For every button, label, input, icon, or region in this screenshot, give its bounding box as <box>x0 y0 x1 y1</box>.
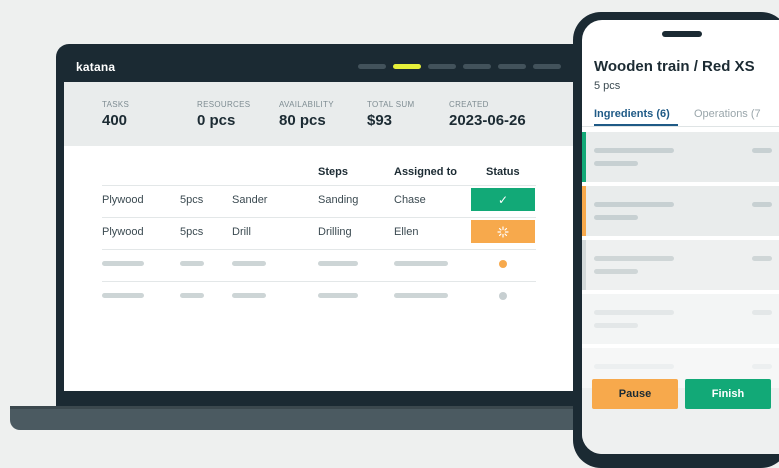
cell-assigned: Ellen <box>394 226 419 238</box>
tab-divider <box>582 126 779 127</box>
placeholder-bar <box>594 215 638 220</box>
cell-tool: Drill <box>232 226 251 238</box>
placeholder-bar <box>594 202 674 207</box>
stat-created: CREATED 2023-06-26 <box>449 100 526 129</box>
list-item[interactable] <box>582 294 779 344</box>
placeholder-bar <box>180 293 204 298</box>
cell-qty: 5pcs <box>180 226 204 238</box>
status-bar-done <box>582 132 586 182</box>
section-dot[interactable] <box>533 64 561 69</box>
stat-total-sum: TOTAL SUM $93 <box>367 100 414 129</box>
finish-button[interactable]: Finish <box>685 379 771 409</box>
column-header-status[interactable]: Status <box>486 166 520 178</box>
stat-label: CREATED <box>449 100 489 109</box>
divider <box>102 281 536 282</box>
divider <box>102 217 536 218</box>
placeholder-bar <box>102 261 144 266</box>
placeholder-bar <box>752 256 772 261</box>
status-dot-idle <box>499 292 507 300</box>
cell-assigned: Chase <box>394 194 426 206</box>
placeholder-bar <box>594 161 638 166</box>
section-indicator <box>358 64 561 69</box>
placeholder-bar <box>102 293 144 298</box>
column-header-steps[interactable]: Steps <box>318 166 348 178</box>
stat-value: 400 <box>102 112 128 129</box>
placeholder-bar <box>318 261 358 266</box>
list-item[interactable] <box>582 132 779 182</box>
cell-tool: Sander <box>232 194 268 206</box>
placeholder-bar <box>232 261 266 266</box>
active-tab-indicator <box>594 124 678 126</box>
cell-qty: 5pcs <box>180 194 204 206</box>
column-header-assigned[interactable]: Assigned to <box>394 166 457 178</box>
cell-step: Drilling <box>318 226 352 238</box>
placeholder-bar <box>594 256 674 261</box>
cell-step: Sanding <box>318 194 359 206</box>
divider <box>102 185 536 186</box>
placeholder-bar <box>394 293 448 298</box>
section-dot[interactable] <box>358 64 386 69</box>
placeholder-bar <box>752 202 772 207</box>
status-bar-idle <box>582 240 586 290</box>
placeholder-bar <box>594 148 674 153</box>
stat-value: 2023-06-26 <box>449 112 526 129</box>
stat-label: TOTAL SUM <box>367 100 415 109</box>
stat-resources: RESOURCES 0 pcs <box>197 100 250 129</box>
tab-operations[interactable]: Operations (7 <box>694 108 761 120</box>
placeholder-bar <box>232 293 266 298</box>
list-item[interactable] <box>582 186 779 236</box>
product-title: Wooden train / Red XS <box>594 58 755 75</box>
placeholder-bar <box>752 148 772 153</box>
order-summary: TASKS 400 RESOURCES 0 pcs AVAILABILITY 8… <box>64 82 588 146</box>
section-dot[interactable] <box>428 64 456 69</box>
placeholder-bar <box>594 269 638 274</box>
list-item[interactable] <box>582 240 779 290</box>
placeholder-bar <box>594 323 638 328</box>
section-dot-active[interactable] <box>393 64 421 69</box>
section-dot[interactable] <box>498 64 526 69</box>
product-quantity: 5 pcs <box>594 80 621 92</box>
stat-value: 80 pcs <box>279 112 326 129</box>
cell-material: Plywood <box>102 226 144 238</box>
stat-value: $93 <box>367 112 393 129</box>
placeholder-bar <box>318 293 358 298</box>
tab-ingredients[interactable]: Ingredients (6) <box>594 108 670 120</box>
status-dot-pending <box>499 260 507 268</box>
section-dot[interactable] <box>463 64 491 69</box>
phone-notch <box>662 31 702 37</box>
stat-label: AVAILABILITY <box>279 100 334 109</box>
laptop-hinge <box>10 406 630 409</box>
placeholder-bar <box>394 261 448 266</box>
placeholder-bar <box>752 310 772 315</box>
spinner-icon <box>497 225 509 238</box>
stat-label: RESOURCES <box>197 100 251 109</box>
placeholder-bar <box>752 364 772 369</box>
pause-button[interactable]: Pause <box>592 379 678 409</box>
laptop-base <box>10 406 630 430</box>
laptop-screen: TASKS 400 RESOURCES 0 pcs AVAILABILITY 8… <box>64 82 588 391</box>
brand-logo: katana <box>76 60 116 74</box>
status-done[interactable]: ✓ <box>471 188 535 211</box>
status-in-progress[interactable] <box>471 220 535 243</box>
status-bar-in-progress <box>582 186 586 236</box>
placeholder-bar <box>180 261 204 266</box>
check-icon: ✓ <box>497 192 509 207</box>
stat-value: 0 pcs <box>197 112 236 129</box>
stat-availability: AVAILABILITY 80 pcs <box>279 100 334 129</box>
placeholder-bar <box>594 364 674 369</box>
stat-label: TASKS <box>102 100 130 109</box>
divider <box>102 249 536 250</box>
cell-material: Plywood <box>102 194 144 206</box>
placeholder-bar <box>594 310 674 315</box>
stat-tasks: TASKS 400 <box>102 100 129 129</box>
